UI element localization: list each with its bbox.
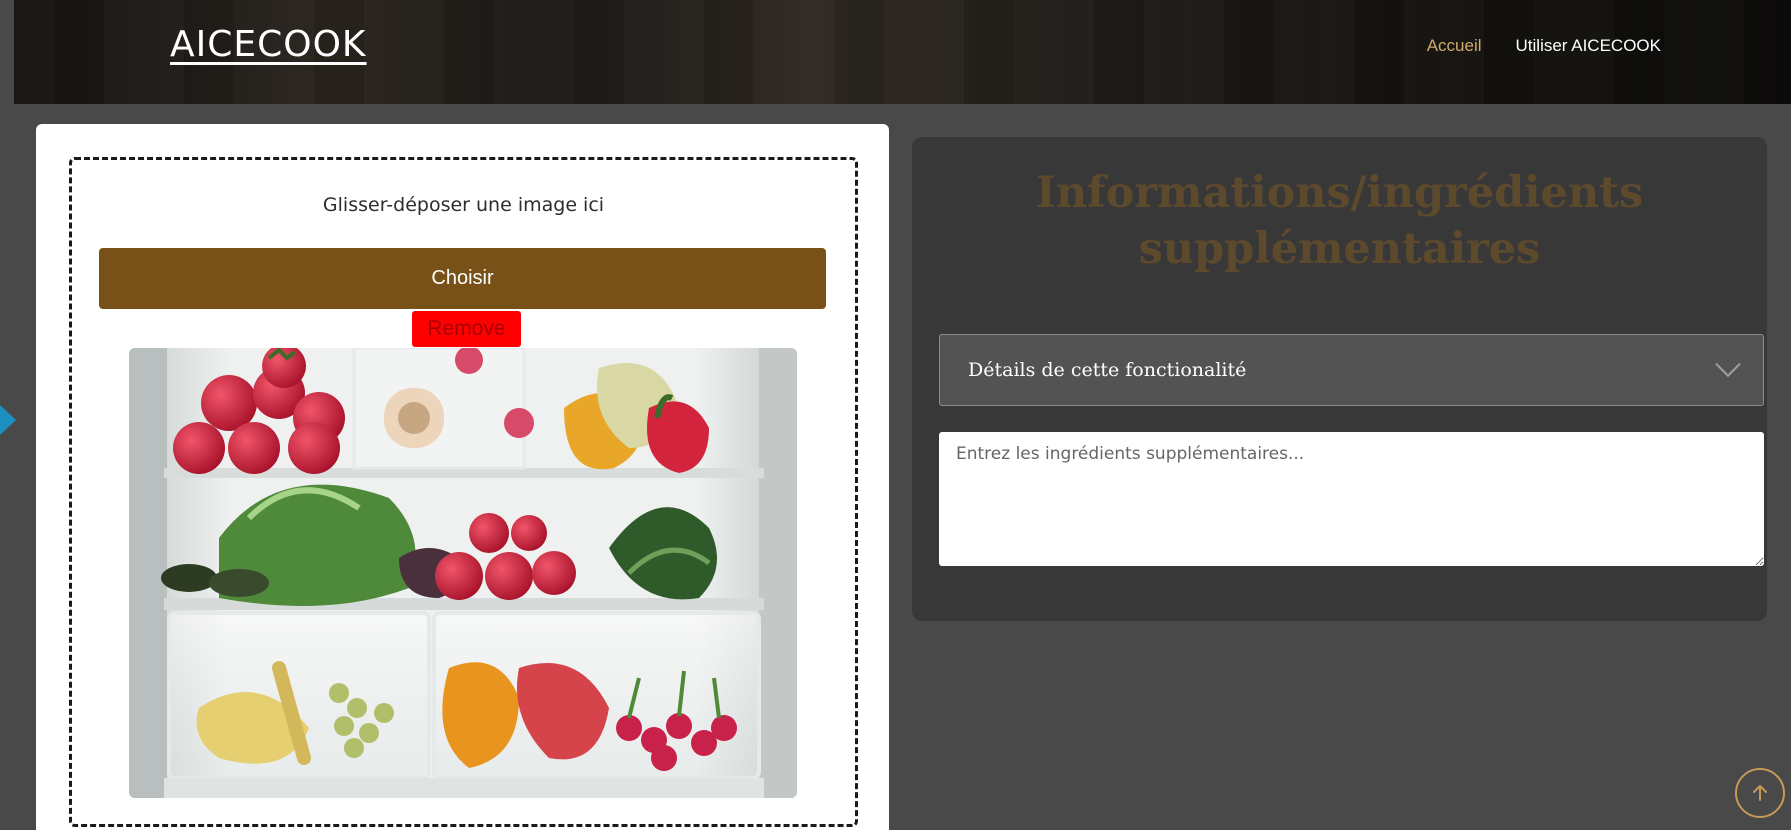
fridge-photo xyxy=(129,348,797,798)
nav-link-home[interactable]: Accueil xyxy=(1427,36,1482,56)
page: AICECOOK Accueil Utiliser AICECOOK Gliss… xyxy=(0,0,1791,830)
info-title: Informations/ingrédients supplémentaires xyxy=(1035,168,1644,274)
image-preview xyxy=(129,348,797,798)
image-dropzone[interactable]: Glisser-déposer une image ici Choisir Re… xyxy=(69,157,858,827)
main-nav: Accueil Utiliser AICECOOK xyxy=(1427,36,1661,56)
edge-arrow-icon xyxy=(0,405,16,435)
info-card: Informations/ingrédients supplémentaires… xyxy=(912,137,1767,621)
site-header: AICECOOK Accueil Utiliser AICECOOK xyxy=(14,0,1791,104)
choose-file-button[interactable]: Choisir xyxy=(99,248,826,309)
scroll-top-button[interactable] xyxy=(1735,768,1785,818)
details-dropdown[interactable]: Détails de cette fonctionalité xyxy=(939,334,1764,406)
brand-logo-link[interactable]: AICECOOK xyxy=(170,24,367,65)
ingredients-input[interactable] xyxy=(939,432,1764,566)
arrow-up-icon xyxy=(1753,785,1767,801)
upload-card: Glisser-déposer une image ici Choisir Re… xyxy=(36,124,889,830)
nav-link-use[interactable]: Utiliser AICECOOK xyxy=(1516,36,1661,56)
chevron-down-icon xyxy=(1715,351,1741,378)
details-dropdown-label: Détails de cette fonctionalité xyxy=(968,359,1247,381)
remove-image-button[interactable]: Remove xyxy=(412,311,521,347)
dropzone-instructions: Glisser-déposer une image ici xyxy=(322,194,605,216)
